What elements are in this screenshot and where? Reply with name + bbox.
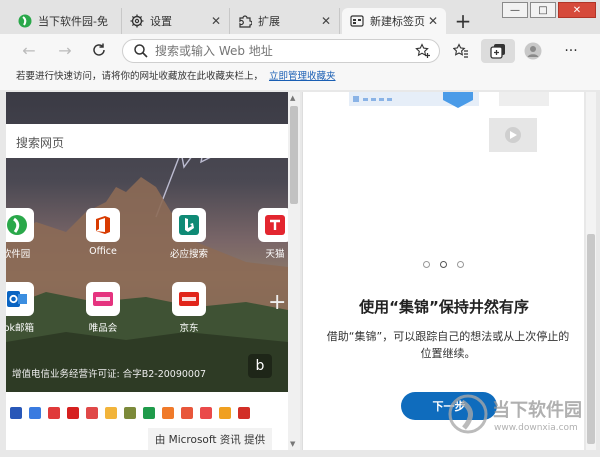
tile-office[interactable] bbox=[86, 208, 120, 242]
site-icon[interactable] bbox=[143, 407, 155, 419]
add-tile-plus-icon[interactable]: + bbox=[268, 290, 286, 315]
site-icon[interactable] bbox=[124, 407, 136, 419]
carousel-dot[interactable] bbox=[457, 261, 464, 268]
site-icon[interactable] bbox=[10, 407, 22, 419]
newtab-page-icon bbox=[350, 14, 364, 28]
collections-icon bbox=[489, 42, 507, 60]
site-icon[interactable] bbox=[200, 407, 212, 419]
tile-outlook[interactable] bbox=[6, 282, 34, 316]
quick-link-icons bbox=[6, 402, 288, 424]
scrollbar-thumb[interactable] bbox=[290, 106, 298, 204]
manage-favorites-link[interactable]: 立即管理收藏夹 bbox=[269, 71, 336, 82]
favorites-bar-prompt: 若要进行快速访问，请将你的网址收藏放在此收藏夹栏上， bbox=[16, 71, 264, 82]
new-tab-button[interactable]: + bbox=[453, 11, 473, 32]
tab-strip: 当下软件园-免 设置 ✕ 扩展 ✕ 新建标签页 ✕ + — □ ✕ bbox=[0, 0, 600, 34]
tile-bing[interactable] bbox=[172, 208, 206, 242]
watermark: 当下软件园 www.downxia.com bbox=[448, 392, 594, 444]
site-icon[interactable] bbox=[238, 407, 250, 419]
site-icon[interactable] bbox=[86, 407, 98, 419]
close-icon[interactable]: ✕ bbox=[428, 14, 438, 28]
refresh-icon[interactable] bbox=[90, 42, 108, 60]
tab-extensions[interactable]: 扩展 ✕ bbox=[230, 8, 340, 34]
tab-settings[interactable]: 设置 ✕ bbox=[122, 8, 230, 34]
tile-vip[interactable] bbox=[86, 282, 120, 316]
tab-downxia[interactable]: 当下软件园-免 bbox=[10, 8, 122, 34]
puzzle-icon bbox=[238, 14, 252, 28]
carousel-dots bbox=[423, 261, 474, 268]
site-icon[interactable] bbox=[67, 407, 79, 419]
gear-icon bbox=[130, 14, 144, 28]
carousel-dot[interactable] bbox=[423, 261, 430, 268]
forward-arrow-icon[interactable]: → bbox=[56, 42, 74, 60]
search-icon bbox=[133, 43, 149, 59]
back-arrow-icon[interactable]: ← bbox=[20, 42, 38, 60]
tile-downxia[interactable] bbox=[6, 208, 34, 242]
bing-logo-icon[interactable]: b bbox=[248, 354, 272, 378]
site-icon[interactable] bbox=[105, 407, 117, 419]
tab-new-tab[interactable]: 新建标签页 ✕ bbox=[342, 8, 446, 34]
icp-license: 增值电信业务经营许可证: 合字B2-20090007 bbox=[12, 369, 207, 380]
address-input[interactable] bbox=[155, 44, 405, 58]
new-tab-page: 搜索网页 软件园 Office 必应搜索 天猫 ook邮箱 唯品会 京东 + 增… bbox=[6, 92, 288, 450]
collections-illustration bbox=[349, 92, 549, 152]
tile-tmall[interactable] bbox=[258, 208, 288, 242]
collections-description: 借助“集锦”，可以跟踪自己的想法或从上次停止的位置继续。 bbox=[326, 330, 570, 360]
site-icon[interactable] bbox=[48, 407, 60, 419]
site-icon[interactable] bbox=[219, 407, 231, 419]
tile-label: 软件园 bbox=[6, 249, 31, 260]
downxia-watermark-logo-icon bbox=[448, 394, 488, 434]
favorites-bar: 若要进行快速访问，请将你的网址收藏放在此收藏夹栏上， 立即管理收藏夹 bbox=[0, 68, 600, 90]
maximize-button[interactable]: □ bbox=[530, 2, 556, 18]
page-scrollbar[interactable]: ▲ ▼ bbox=[288, 92, 300, 450]
address-bar[interactable] bbox=[122, 39, 440, 63]
profile-avatar[interactable] bbox=[524, 42, 542, 60]
tile-label: Office bbox=[89, 246, 117, 257]
tab-label: 设置 bbox=[150, 15, 172, 28]
tile-label: 唯品会 bbox=[88, 323, 118, 334]
navigation-toolbar: ← → ··· bbox=[0, 34, 600, 68]
tile-label: 京东 bbox=[179, 323, 199, 334]
more-menu-icon[interactable]: ··· bbox=[562, 42, 580, 60]
tab-label: 扩展 bbox=[258, 15, 280, 28]
close-window-button[interactable]: ✕ bbox=[558, 2, 596, 18]
search-placeholder: 搜索网页 bbox=[16, 136, 65, 150]
scroll-down-icon[interactable]: ▼ bbox=[290, 440, 295, 448]
provider-caption: 由 Microsoft 资讯 提供 bbox=[148, 428, 272, 450]
scroll-up-icon[interactable]: ▲ bbox=[290, 94, 295, 102]
favorites-icon[interactable] bbox=[452, 42, 470, 60]
site-icon[interactable] bbox=[162, 407, 174, 419]
tile-label: 必应搜索 bbox=[169, 249, 208, 260]
downxia-logo-icon bbox=[18, 14, 32, 28]
tile-label: 天猫 bbox=[265, 249, 285, 260]
carousel-dot-current[interactable] bbox=[440, 261, 447, 268]
web-search-box[interactable]: 搜索网页 bbox=[6, 124, 288, 158]
tab-label: 新建标签页 bbox=[370, 15, 425, 28]
close-icon[interactable]: ✕ bbox=[321, 14, 331, 28]
watermark-url: www.downxia.com bbox=[494, 423, 578, 433]
window-controls: — □ ✕ bbox=[500, 2, 596, 18]
tile-jd[interactable] bbox=[172, 282, 206, 316]
tile-label: ook邮箱 bbox=[6, 323, 35, 334]
site-icon[interactable] bbox=[181, 407, 193, 419]
add-favorite-icon[interactable] bbox=[415, 43, 431, 59]
close-icon[interactable]: ✕ bbox=[211, 14, 221, 28]
minimize-button[interactable]: — bbox=[502, 2, 528, 18]
tab-label: 当下软件园-免 bbox=[38, 15, 108, 28]
site-icon[interactable] bbox=[29, 407, 41, 419]
collections-title: 使用“集锦”保持井然有序 bbox=[359, 298, 529, 316]
watermark-name: 当下软件园 bbox=[492, 400, 582, 421]
